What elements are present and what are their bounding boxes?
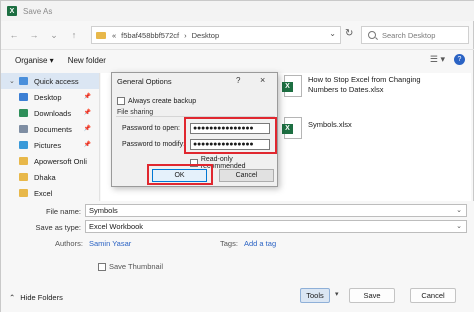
forward-arrow-icon[interactable]: → [27,28,41,42]
expand-chevron-icon[interactable]: ⌄ [9,77,17,85]
breadcrumb-separator-icon: › [184,30,187,40]
excel-logo-icon: X [7,6,17,16]
file-name-label: File name: [45,207,81,216]
dialog-title: General Options [117,77,172,86]
tools-chevron-icon[interactable]: ▾ [335,290,339,298]
address-dropdown-icon[interactable]: ⌄ [329,29,336,38]
navigation-bar: ← → ⌄ ↑ « f5baf458bbf572cf › Desktop ⌄ ↻… [1,23,474,47]
authors-label: Authors: [55,239,83,248]
excel-file-icon: X [282,75,302,97]
breadcrumb-overflow[interactable]: « [112,31,116,40]
view-options-icon[interactable]: ☰ ▾ [430,54,445,65]
pane-divider[interactable] [99,73,100,201]
tags-input[interactable]: Add a tag [244,239,276,248]
file-name-line: How to Stop Excel from Changing [308,75,421,84]
password-modify-label: Password to modify: [122,141,186,148]
save-button[interactable]: Save [349,288,395,303]
save-thumbnail-checkbox[interactable]: Save Thumbnail [98,262,164,272]
breadcrumb-user-folder[interactable]: f5baf458bbf572cf [121,31,179,40]
back-arrow-icon[interactable]: ← [7,28,21,42]
sidebar-item-label: Dhaka [34,172,56,182]
authors-value[interactable]: Samin Yasar [89,239,131,248]
excel-file-icon: X [282,117,302,139]
cancel-button[interactable]: Cancel [410,288,456,303]
help-icon[interactable]: ? [454,54,465,65]
password-open-label: Password to open: [122,125,180,132]
sidebar-item-label: Quick access [34,76,79,86]
refresh-icon[interactable]: ↻ [345,28,353,39]
sidebar-item-downloads[interactable]: Downloads 📌 [1,105,99,121]
search-input[interactable]: Search Desktop [382,31,435,40]
sidebar-item-label: Excel [34,188,53,198]
sidebar-item-label: Desktop [34,92,62,102]
file-sharing-heading: File sharing [117,109,154,116]
up-arrow-icon[interactable]: ↑ [67,28,81,42]
desktop-icon [19,93,28,101]
password-fields-highlight [184,117,277,154]
tools-button[interactable]: Tools [300,288,330,303]
command-bar: Organise ▾ New folder ☰ ▾ ? [1,49,474,71]
sidebar-item-label: Pictures [34,140,62,150]
ok-button-highlight [147,164,213,185]
navigation-pane: ⌄ Quick access Desktop 📌 Downloads 📌 Doc… [1,73,99,201]
sidebar-item-label: Apowersoft Onli [34,156,87,166]
picture-icon [19,141,28,149]
sidebar-item-pictures[interactable]: Pictures 📌 [1,137,99,153]
folder-icon [19,189,28,197]
file-name-line: Numbers to Dates.xlsx [308,84,384,94]
file-name-line: Symbols.xlsx [308,120,352,129]
pin-icon: 📌 [83,142,91,148]
save-type-select[interactable]: Excel Workbook ⌄ [85,220,467,233]
sidebar-item-label: Documents [34,124,72,134]
organise-menu[interactable]: Organise ▾ [15,56,54,65]
save-type-label: Save as type: [35,223,81,232]
file-item[interactable]: X How to Stop Excel from Changing Number… [282,75,421,97]
breadcrumb-desktop[interactable]: Desktop [192,31,220,40]
dialog-close-icon[interactable]: × [260,75,265,85]
save-as-window: X Save As ← → ⌄ ↑ « f5baf458bbf572cf › D… [0,0,474,312]
hide-folders-toggle[interactable]: ⌃ Hide Folders [9,293,63,302]
hide-folders-label: Hide Folders [20,293,63,302]
checkbox-icon[interactable] [98,263,106,272]
always-backup-label: Always create backup [128,97,197,105]
download-icon [19,109,28,117]
pin-icon: 📌 [83,110,91,116]
file-name-field[interactable]: Symbols ⌄ [85,204,467,217]
sidebar-item-apowersoft[interactable]: Apowersoft Onli [1,153,99,169]
always-backup-checkbox[interactable]: Always create backup [117,97,196,105]
title-bar: X Save As [1,1,474,21]
document-icon [19,125,28,133]
new-folder-button[interactable]: New folder [68,56,106,65]
folder-icon [19,173,28,181]
checkbox-icon[interactable] [117,97,125,105]
pin-icon: 📌 [83,94,91,100]
sidebar-item-documents[interactable]: Documents 📌 [1,121,99,137]
chevron-down-icon[interactable]: ⌄ [456,205,462,216]
chevron-up-icon: ⌃ [9,293,16,302]
sidebar-item-quick-access[interactable]: ⌄ Quick access [1,73,99,89]
window-title: Save As [23,6,53,16]
sidebar-item-label: Downloads [34,108,72,118]
sidebar-item-excel[interactable]: Excel [1,185,99,201]
search-icon [368,31,376,39]
tags-label: Tags: [220,239,238,248]
tools-label: Tools [306,291,324,300]
chevron-down-icon[interactable]: ⌄ [456,221,462,232]
save-type-value: Excel Workbook [89,222,144,231]
folder-icon [96,31,106,39]
star-icon [19,77,28,85]
save-thumbnail-label: Save Thumbnail [109,262,164,271]
file-item[interactable]: X Symbols.xlsx [282,117,352,139]
pin-icon: 📌 [83,126,91,132]
sidebar-item-desktop[interactable]: Desktop 📌 [1,89,99,105]
dialog-cancel-button[interactable]: Cancel [219,169,274,182]
recent-locations-chevron-icon[interactable]: ⌄ [47,28,61,42]
footer-bar: ⌃ Hide Folders Tools ▾ Save Cancel [1,284,474,312]
sidebar-item-dhaka[interactable]: Dhaka [1,169,99,185]
dialog-help-icon[interactable]: ? [236,76,240,85]
folder-icon [19,157,28,165]
file-name-value[interactable]: Symbols [89,206,118,215]
address-bar[interactable]: « f5baf458bbf572cf › Desktop ⌄ [91,26,341,44]
search-box[interactable]: Search Desktop [361,26,469,44]
